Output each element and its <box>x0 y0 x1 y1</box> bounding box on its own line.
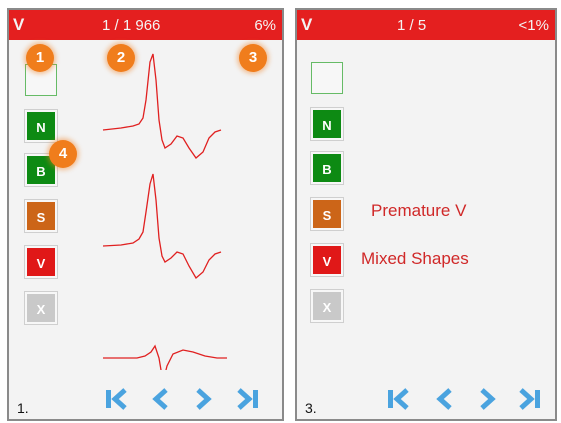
beat-review-panel-left: V 1 / 1 966 6% N B S V X 1 2 3 4 1. <box>7 8 284 421</box>
ecg-beat-3 <box>103 344 227 370</box>
last-page-icon[interactable] <box>233 385 261 413</box>
next-icon[interactable] <box>189 385 217 413</box>
annotation-marker-1: 1 <box>26 44 54 72</box>
mixed-shapes-label: Mixed Shapes <box>361 249 469 268</box>
panel-header: V 1 / 1 966 6% <box>9 10 282 40</box>
supraventricular-class-button[interactable]: S <box>25 200 57 232</box>
normal-class-button[interactable]: N <box>25 110 57 142</box>
first-page-icon[interactable] <box>103 385 131 413</box>
beat-review-panel-right: V 1 / 5 <1% N B S V X Premature V Mixed … <box>295 8 557 421</box>
artifact-class-button[interactable]: X <box>311 290 343 322</box>
normal-class-button[interactable]: N <box>311 108 343 140</box>
page-number: 3. <box>305 400 317 416</box>
previous-icon[interactable] <box>147 385 175 413</box>
beat-class-label: V <box>13 15 25 34</box>
last-page-icon[interactable] <box>515 385 543 413</box>
ventricular-class-button[interactable]: V <box>311 244 343 276</box>
beat-counter: 1 / 5 <box>397 17 427 34</box>
annotation-marker-3: 3 <box>239 44 267 72</box>
annotation-marker-4: 4 <box>49 140 77 168</box>
bundle-branch-class-button[interactable]: B <box>311 152 343 184</box>
supraventricular-class-button[interactable]: S <box>311 198 343 230</box>
page-number: 1. <box>17 400 29 416</box>
beat-counter: 1 / 1 966 <box>102 17 161 34</box>
annotation-marker-2: 2 <box>107 44 135 72</box>
artifact-class-button[interactable]: X <box>25 292 57 324</box>
panel-header: V 1 / 5 <1% <box>297 10 555 40</box>
ecg-beat-strip <box>102 53 227 370</box>
next-icon[interactable] <box>473 385 501 413</box>
unassigned-class-button[interactable] <box>311 62 343 94</box>
beat-percentage: <1% <box>518 17 549 34</box>
beat-percentage: 6% <box>254 17 276 34</box>
beat-class-label: V <box>301 15 313 34</box>
ecg-beat-2 <box>102 173 222 280</box>
previous-icon[interactable] <box>431 385 459 413</box>
first-page-icon[interactable] <box>385 385 413 413</box>
premature-v-label: Premature V <box>371 201 467 220</box>
ventricular-class-button[interactable]: V <box>25 246 57 278</box>
